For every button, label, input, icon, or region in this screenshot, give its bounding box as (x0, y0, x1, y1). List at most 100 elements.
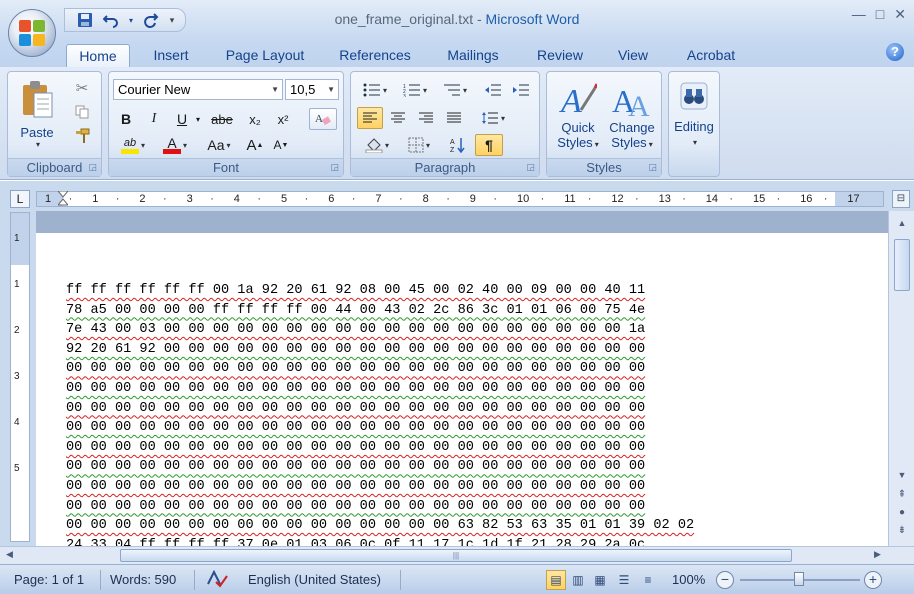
word-count[interactable]: Words: 590 (110, 572, 176, 587)
vertical-scroll-thumb[interactable] (894, 239, 910, 291)
document-line[interactable]: 00 00 00 00 00 00 00 00 00 00 00 00 00 0… (66, 379, 645, 399)
highlight-button[interactable]: ab ▾ (115, 134, 151, 156)
align-left-icon[interactable] (357, 107, 383, 129)
quick-styles-button[interactable]: A Quick Styles ▾ (551, 76, 605, 156)
sort-icon[interactable]: AZ (445, 134, 471, 156)
font-launcher-icon[interactable]: ◲ (330, 162, 339, 173)
zoom-in-button[interactable]: + (864, 571, 882, 589)
tab-review[interactable]: Review (528, 44, 592, 67)
indent-marker-icon[interactable] (56, 190, 70, 207)
proofing-icon[interactable] (206, 569, 228, 591)
multilevel-list-button[interactable]: ▾ (437, 79, 473, 101)
tab-mailings[interactable]: Mailings (436, 44, 510, 67)
change-styles-button[interactable]: AA Change Styles ▾ (605, 76, 659, 156)
zoom-level[interactable]: 100% (672, 572, 705, 587)
horizontal-scroll-thumb[interactable]: ||| (120, 549, 792, 562)
help-icon[interactable]: ? (886, 43, 904, 61)
borders-button[interactable]: ▾ (399, 134, 439, 156)
bullets-button[interactable]: ▾ (357, 79, 393, 101)
maximize-button[interactable]: □ (876, 6, 884, 23)
justify-icon[interactable] (441, 107, 467, 129)
bold-button[interactable]: B (115, 108, 137, 130)
document-line[interactable]: 00 00 00 00 00 00 00 00 00 00 00 00 00 0… (66, 399, 645, 419)
change-case-button[interactable]: Aa ▾ (199, 134, 239, 156)
clear-formatting-icon[interactable]: A (309, 108, 337, 130)
strikethrough-button[interactable]: abe (207, 108, 237, 130)
vertical-scrollbar[interactable]: ▲ ▼ ⇞ ● ⇟ (888, 211, 914, 546)
tab-selector-icon[interactable]: L (10, 190, 30, 208)
decrease-indent-icon[interactable] (481, 79, 505, 101)
document-line[interactable]: ff ff ff ff ff ff 00 1a 92 20 61 92 08 0… (66, 281, 645, 301)
format-painter-icon[interactable] (70, 126, 94, 146)
draft-view-icon[interactable]: ≡ (638, 570, 658, 590)
font-size-combo[interactable]: 10,5 ▼ (285, 79, 339, 100)
tab-home[interactable]: Home (66, 44, 130, 67)
document-line[interactable]: 78 a5 00 00 00 00 ff ff ff ff 00 44 00 4… (66, 301, 645, 321)
line-spacing-button[interactable]: ▾ (475, 107, 511, 129)
document-line[interactable]: 00 00 00 00 00 00 00 00 00 00 00 00 00 0… (66, 438, 645, 458)
clipboard-launcher-icon[interactable]: ◲ (88, 162, 97, 173)
web-layout-view-icon[interactable]: ▦ (590, 570, 610, 590)
align-right-icon[interactable] (413, 107, 439, 129)
previous-page-icon[interactable]: ⇞ (894, 487, 910, 503)
shading-button[interactable]: ▾ (357, 134, 397, 156)
scroll-up-icon[interactable]: ▲ (894, 215, 910, 231)
full-screen-reading-view-icon[interactable]: ▥ (568, 570, 588, 590)
tab-references[interactable]: References (330, 44, 420, 67)
document-line[interactable]: 00 00 00 00 00 00 00 00 00 00 00 00 00 0… (66, 359, 645, 379)
underline-dropdown-icon[interactable]: ▾ (193, 108, 203, 130)
quick-styles-label-1: Quick (561, 120, 595, 135)
tab-insert[interactable]: Insert (142, 44, 200, 67)
subscript-button[interactable]: x₂ (243, 108, 267, 130)
grow-font-button[interactable]: A ▲ (243, 134, 267, 156)
font-color-button[interactable]: A ▾ (157, 134, 193, 156)
minimize-button[interactable]: — (852, 6, 866, 23)
document-line[interactable]: 00 00 00 00 00 00 00 00 00 00 00 00 00 0… (66, 477, 645, 497)
outline-view-icon[interactable]: ☰ (614, 570, 634, 590)
font-name-combo[interactable]: Courier New ▼ (113, 79, 283, 100)
increase-indent-icon[interactable] (509, 79, 533, 101)
language[interactable]: English (United States) (248, 572, 381, 587)
scroll-left-icon[interactable]: ◀ (6, 549, 13, 560)
superscript-button[interactable]: x² (271, 108, 295, 130)
page-count[interactable]: Page: 1 of 1 (14, 572, 84, 587)
next-page-icon[interactable]: ⇟ (894, 523, 910, 539)
numbering-button[interactable]: 1 2 3 ▾ (397, 79, 433, 101)
zoom-out-button[interactable]: − (716, 571, 734, 589)
paragraph-launcher-icon[interactable]: ◲ (526, 162, 535, 173)
document-line[interactable]: 24 33 04 ff ff ff ff 37 0e 01 03 06 0c 0… (66, 536, 645, 546)
document-line[interactable]: 00 00 00 00 00 00 00 00 00 00 00 00 00 0… (66, 457, 645, 477)
shrink-font-button[interactable]: A ▼ (269, 134, 293, 156)
zoom-slider-thumb[interactable] (794, 572, 804, 586)
document-line[interactable]: 00 00 00 00 00 00 00 00 00 00 00 00 00 0… (66, 497, 645, 517)
underline-button[interactable]: U (171, 108, 193, 130)
scroll-right-icon[interactable]: ▶ (874, 549, 881, 560)
document-line[interactable]: 00 00 00 00 00 00 00 00 00 00 00 00 00 0… (66, 516, 694, 536)
horizontal-scrollbar[interactable]: ◀ ||| ▶ (0, 546, 914, 564)
browse-object-icon[interactable]: ● (894, 505, 910, 521)
tab-view[interactable]: View (608, 44, 658, 67)
align-center-icon[interactable] (385, 107, 411, 129)
document-line[interactable]: 7e 43 00 03 00 00 00 00 00 00 00 00 00 0… (66, 320, 645, 340)
office-button[interactable] (8, 9, 56, 57)
styles-launcher-icon[interactable]: ◲ (648, 162, 657, 173)
view-ruler-icon[interactable]: ⊟ (892, 190, 910, 208)
quick-styles-label-2: Styles (557, 135, 593, 150)
close-button[interactable]: ✕ (894, 6, 906, 23)
zoom-slider[interactable] (740, 572, 860, 586)
document-page[interactable]: ff ff ff ff ff ff 00 1a 92 20 61 92 08 0… (36, 233, 888, 546)
editing-button[interactable]: Editing ▾ (671, 76, 717, 156)
vertical-ruler[interactable]: 1 1 2 3 4 5 (10, 212, 30, 542)
tab-acrobat[interactable]: Acrobat (676, 44, 746, 67)
document-line[interactable]: 00 00 00 00 00 00 00 00 00 00 00 00 00 0… (66, 418, 645, 438)
document-line[interactable]: 92 20 61 92 00 00 00 00 00 00 00 00 00 0… (66, 340, 645, 360)
paste-button[interactable]: Paste ▾ (16, 76, 58, 152)
scroll-down-icon[interactable]: ▼ (894, 467, 910, 483)
copy-icon[interactable] (70, 102, 94, 122)
show-formatting-button[interactable]: ¶ (475, 134, 503, 156)
tab-page-layout[interactable]: Page Layout (216, 44, 314, 67)
horizontal-ruler[interactable]: 1 · 1 · 2 · 3 · 4 · 5 · 6 · 7 · 8 · 9 · 10 · 11 · 12 · 13 · 14 · 15 · 16… (36, 190, 884, 207)
italic-button[interactable]: I (143, 108, 165, 130)
cut-icon[interactable]: ✂ (70, 78, 94, 98)
print-layout-view-icon[interactable]: ▤ (546, 570, 566, 590)
